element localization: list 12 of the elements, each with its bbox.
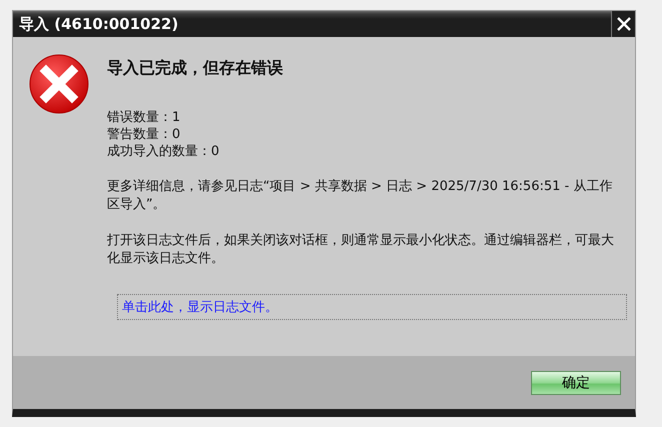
message-heading: 导入已完成，但存在错误 <box>107 58 284 79</box>
error-icon <box>28 53 90 115</box>
window-title: 导入 (4610:001022) <box>18 14 178 34</box>
count-line: 成功导入的数量：0 <box>107 143 220 160</box>
close-icon <box>616 16 632 32</box>
close-button[interactable] <box>611 11 635 37</box>
show-log-link[interactable]: 单击此处，显示日志文件。 <box>117 294 627 320</box>
count-line: 错误数量：1 <box>107 109 182 126</box>
count-line: 警告数量：0 <box>107 126 182 143</box>
message-paragraph: 更多详细信息，请参见日志“项目 > 共享数据 > 日志 > 2025/7/30 16:56:51 - 从工作区导入”。 <box>107 178 614 214</box>
message-paragraph: 打开该日志文件后，如果关闭该对话框，则通常显示最小化状态。通过编辑器栏，可最大化显示该日志文件。 <box>107 232 615 268</box>
ok-button[interactable]: 确定 <box>531 370 621 394</box>
